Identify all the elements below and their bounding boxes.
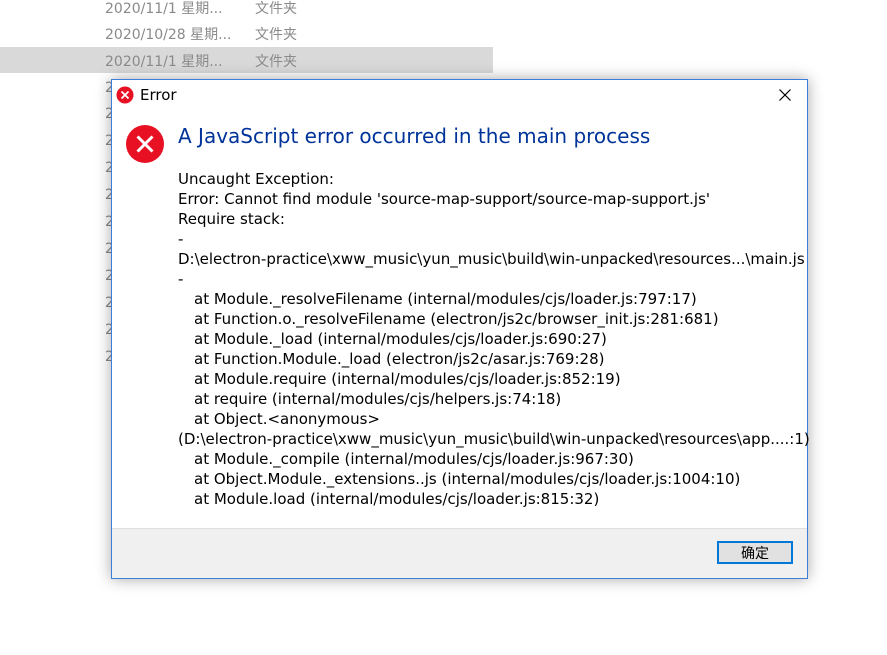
stack-trace-line: at Module._load (internal/modules/cjs/lo… [194,330,607,348]
message-line: Uncaught Exception: [178,170,334,188]
file-date: 2020/11/1 星期... [105,54,223,70]
stack-trace-line: at Object.<anonymous> [194,410,380,428]
stack-trace-line: at Module._compile (internal/modules/cjs… [194,450,634,468]
message-line: - [178,270,184,288]
file-type: 文件夹 [255,27,297,43]
error-message: Uncaught Exception: Error: Cannot find m… [178,169,810,509]
stack-trace-line: at Module.require (internal/modules/cjs/… [194,370,621,388]
file-row[interactable]: 2020/11/1 星期... 文件夹 [0,0,493,20]
file-type: 文件夹 [255,1,297,17]
file-row[interactable]: 2020/10/28 星期... 文件夹 [0,20,493,46]
close-button[interactable] [763,80,807,110]
stack-trace-line: at Object.Module._extensions..js (intern… [194,470,741,488]
error-icon [125,124,165,164]
file-date: 2020/11/1 星期... [105,1,223,17]
file-row-selected[interactable]: 2020/11/1 星期... 文件夹 [0,47,493,73]
message-line: Error: Cannot find module 'source-map-su… [178,190,711,208]
stack-trace-line: at Module._resolveFilename (internal/mod… [194,290,697,308]
stack-trace-line: at require (internal/modules/cjs/helpers… [194,390,562,408]
error-dialog: Error A JavaScript error occurred in the… [111,79,810,579]
stack-trace-line: at Function.Module._load (electron/js2c/… [194,350,605,368]
dialog-titlebar[interactable]: Error [112,80,807,110]
stack-trace-line: at Function.o._resolveFilename (electron… [194,310,719,328]
main-instruction: A JavaScript error occurred in the main … [178,124,651,148]
dialog-footer: 确定 [112,528,807,578]
file-date: 2020/10/28 星期... [105,27,232,43]
dialog-title: Error [140,86,177,104]
message-line: D:\electron-practice\xww_music\yun_music… [178,250,805,268]
file-type: 文件夹 [255,54,297,70]
stack-trace-line: (D:\electron-practice\xww_music\yun_musi… [178,430,810,448]
message-line: - [178,230,184,248]
stack-trace-line: at Module.load (internal/modules/cjs/loa… [194,490,600,508]
message-line: Require stack: [178,210,285,228]
ok-button[interactable]: 确定 [717,541,793,564]
error-icon [116,86,134,104]
close-icon [779,86,791,105]
